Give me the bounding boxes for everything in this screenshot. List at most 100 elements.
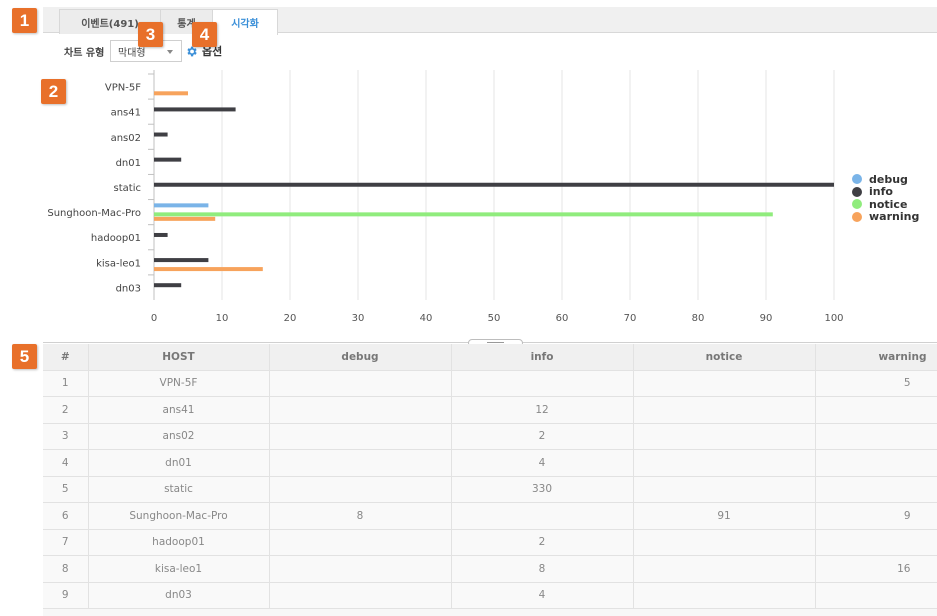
callout-badge-2: 2 [41,79,66,104]
x-tick-label: 60 [556,313,569,324]
table-cell-info [451,502,634,530]
table-cell-debug [269,370,452,397]
tab-visualization[interactable]: 시각화 [212,9,278,35]
table-row[interactable]: 8 kisa-leo1 8 16 [43,555,937,583]
x-tick-label: 30 [352,313,365,324]
table-cell-host: ans41 [88,396,270,424]
table-cell-host: ans02 [88,423,270,450]
y-category-label: Sunghoon-Mac-Pro [47,208,141,219]
column-header-info[interactable]: info [451,344,634,371]
legend-dot-debug [852,174,862,185]
table-row[interactable]: 6 Sunghoon-Mac-Pro 8 91 9 [43,502,937,530]
x-tick-label: 10 [216,313,229,324]
legend-item-info[interactable]: info [852,185,919,199]
bar-info [154,132,168,137]
callout-badge-1: 1 [12,8,37,33]
x-tick-label: 70 [624,313,637,324]
table-row[interactable]: 4 dn01 4 [43,449,937,477]
y-category-label: ans02 [111,133,141,144]
chart-type-label: 차트 유형 [64,48,105,59]
column-header-notice[interactable]: notice [633,344,816,371]
table-cell-index: 7 [43,529,89,556]
bar-notice [154,212,773,217]
table-cell-warning [815,423,937,450]
x-tick-label: 80 [692,313,705,324]
legend-item-warning[interactable]: warning [852,210,919,223]
table-cell-warning [815,396,937,424]
legend-dot-warning [852,211,862,222]
table-cell-notice [633,449,816,477]
table-cell-notice: 91 [633,502,816,530]
table-cell-index: 2 [43,396,89,424]
callout-badge-4: 4 [192,22,217,47]
legend-label-info: info [869,185,893,199]
table-cell-info: 4 [451,582,634,609]
bar-info [154,107,236,112]
tab-bar: 이벤트(491) 통계 시각화 [43,7,937,35]
table-cell-notice [633,423,816,450]
table-row[interactable]: 7 hadoop01 2 [43,529,937,556]
bar-chart: 0 10 20 30 40 50 60 70 80 90 100 VPN-5F ans41 ans02 dn… [47,70,844,324]
x-tick-label: 100 [824,313,843,324]
table-cell-debug: 8 [269,502,452,530]
visualization-panel: 1 2 3 4 5 이벤트(491) 통계 시각화 차트 유형 막대형 옵션 0… [0,0,937,616]
column-header-host[interactable]: HOST [88,344,270,371]
y-category-label: dn03 [116,283,141,294]
table-cell-host: Sunghoon-Mac-Pro [88,502,270,530]
legend-item-notice[interactable]: notice [852,198,919,211]
chart-legend: debug info notice warning [852,173,919,223]
table-row[interactable]: 2 ans41 12 [43,396,937,424]
table-cell-info: 330 [451,476,634,503]
table-cell-host: dn01 [88,449,270,477]
table-cell-index: 9 [43,582,89,609]
table-cell-warning: 5 [815,370,937,397]
legend-label-debug: debug [869,172,908,186]
table-cell-warning [815,582,937,609]
table-cell-notice [633,370,816,397]
table-cell-debug [269,396,452,424]
callout-badge-5: 5 [12,344,37,369]
column-header-warning[interactable]: warning [815,344,937,371]
table-cell-debug [269,449,452,477]
bar-warning [154,91,188,96]
column-header-index[interactable]: # [43,344,89,371]
table-row[interactable]: 1 VPN-5F 5 [43,370,937,397]
table-cell-notice [633,476,816,503]
table-cell-host: hadoop01 [88,529,270,556]
table-cell-index: 5 [43,476,89,503]
chevron-down-icon [167,50,173,54]
x-tick-label: 20 [284,313,297,324]
table-cell-info: 2 [451,423,634,450]
table-cell-notice [633,529,816,556]
y-category-label: kisa-leo1 [96,258,141,269]
data-table: # HOST debug info notice warning 1 VPN-5F… [43,344,937,609]
bar-info [154,232,168,237]
bar-debug [154,203,209,208]
table-row[interactable]: 3 ans02 2 [43,423,937,450]
table-cell-debug [269,423,452,450]
table-cell-notice [633,582,816,609]
data-table-container: # HOST debug info notice warning 1 VPN-5F… [43,344,937,616]
table-cell-host: static [88,476,270,503]
column-header-debug[interactable]: debug [269,344,452,371]
x-tick-label: 50 [488,313,501,324]
legend-item-debug[interactable]: debug [852,173,919,186]
bar-info [154,283,182,288]
callout-badge-3: 3 [138,22,163,47]
table-row[interactable]: 5 static 330 [43,476,937,503]
bar-warning [154,216,216,221]
y-category-label: ans41 [111,108,141,119]
y-category-label: hadoop01 [91,233,141,244]
table-cell-index: 8 [43,555,89,583]
table-cell-info: 2 [451,529,634,556]
legend-dot-info [852,186,862,197]
table-cell-notice [633,396,816,424]
table-cell-warning: 9 [815,502,937,530]
table-row[interactable]: 9 dn03 4 [43,582,937,609]
table-cell-info: 4 [451,449,634,477]
legend-label-notice: notice [869,197,908,211]
table-cell-warning: 16 [815,555,937,583]
table-cell-index: 4 [43,449,89,477]
table-cell-warning [815,476,937,503]
table-cell-index: 6 [43,502,89,530]
